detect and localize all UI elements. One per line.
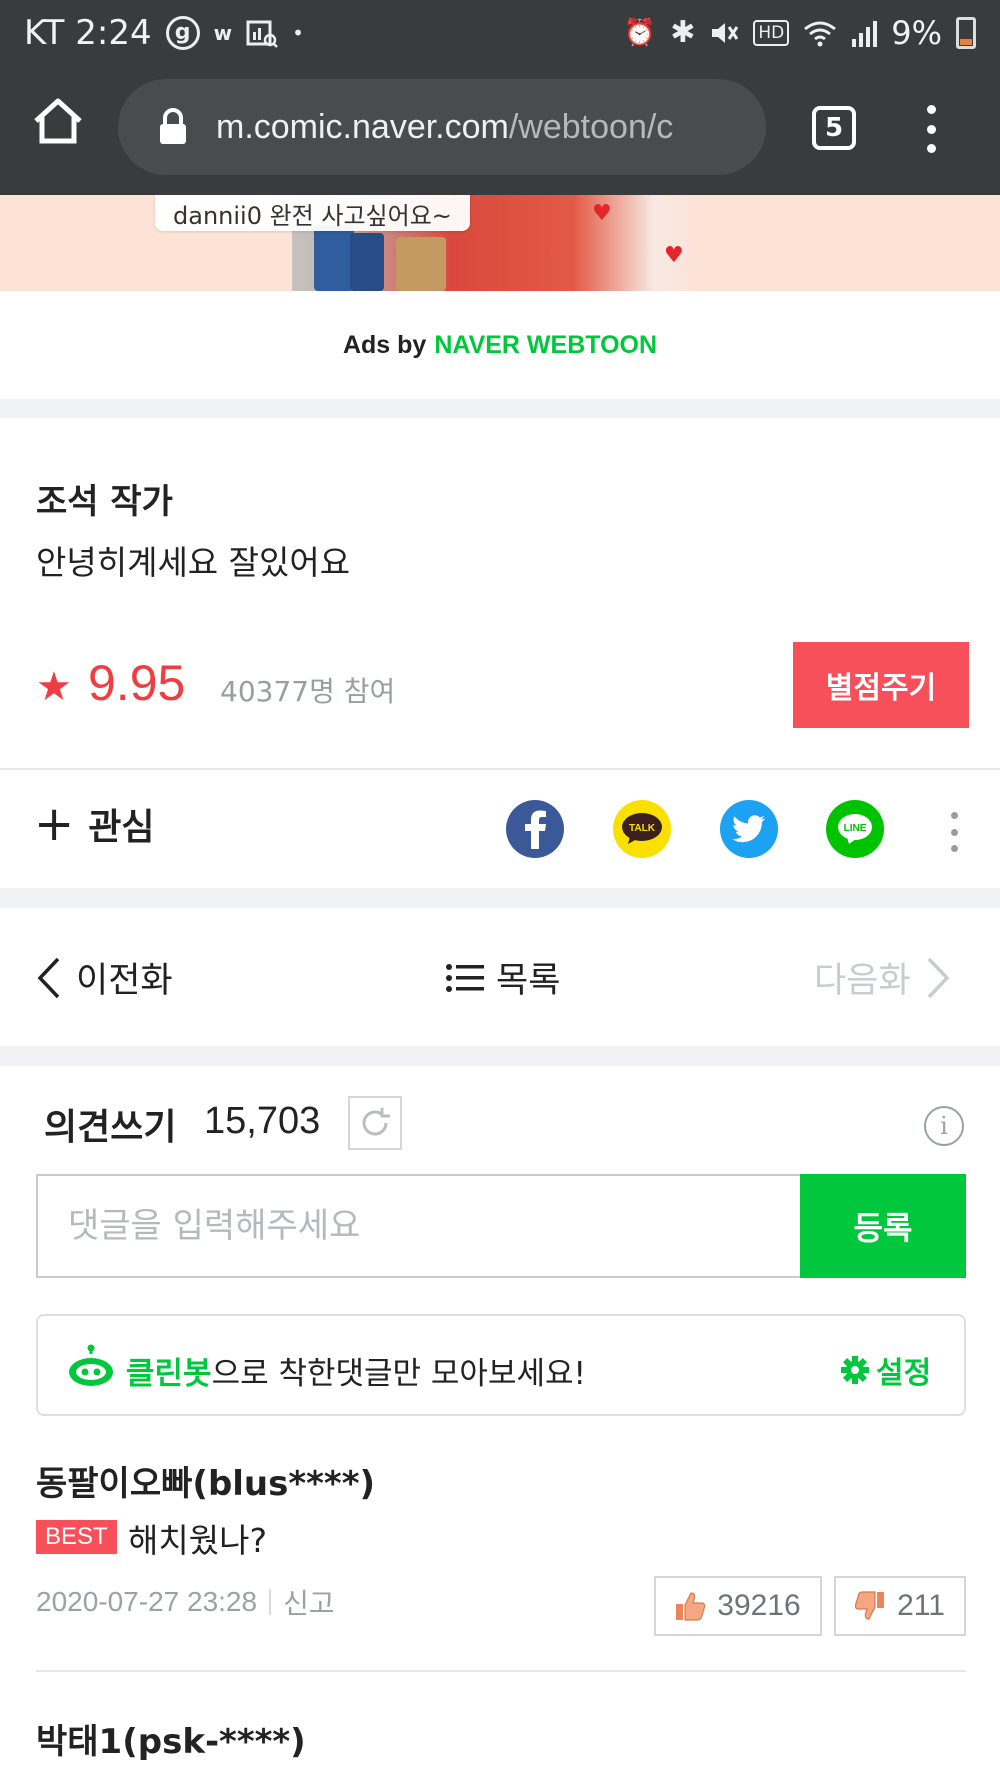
- wifi-icon: [803, 19, 837, 47]
- dot-icon: •: [292, 20, 304, 45]
- chevron-left-icon: [37, 957, 60, 998]
- comment-username[interactable]: 동팔이오빠(blus****): [36, 1456, 375, 1505]
- browser-toolbar: m.comic.naver.com/webtoon/c 5: [0, 65, 1000, 195]
- home-icon[interactable]: [30, 93, 86, 149]
- tab-switcher-button[interactable]: 5: [812, 106, 856, 150]
- section-divider: [0, 1046, 1000, 1066]
- url-text: m.comic.naver.com/webtoon/c: [216, 107, 674, 146]
- cleanbot-text: 클린봇으로 착한댓글만 모아보세요!: [126, 1356, 586, 1392]
- cleanbot-robot-icon: [66, 1344, 116, 1390]
- kakaotalk-share-icon[interactable]: TALK: [613, 800, 671, 858]
- ads-by-label: Ads by NAVER WEBTOON: [342, 330, 658, 359]
- gallery-search-icon: [246, 18, 278, 48]
- mute-icon: [709, 18, 739, 48]
- status-bar: KT 2:24 g w • ⏰ ✱ HD 9%: [0, 0, 1000, 65]
- heart-icon: ♥: [664, 243, 684, 268]
- svg-text:TALK: TALK: [629, 823, 656, 834]
- cleanbot-settings-button[interactable]: 설정: [840, 1348, 931, 1392]
- comment-input[interactable]: [38, 1176, 800, 1276]
- cleanbot-banner: 클린봇으로 착한댓글만 모아보세요! 설정: [36, 1314, 966, 1416]
- battery-percent: 9%: [891, 13, 942, 52]
- heart-icon: ♥: [592, 201, 612, 226]
- comment-date: 2020-07-27 23:28: [36, 1586, 258, 1617]
- signal-icon: [851, 19, 878, 47]
- add-interest-button[interactable]: + 관심: [34, 798, 154, 850]
- author-name: 조석 작가: [36, 482, 173, 522]
- section-divider: [0, 399, 1000, 418]
- share-more-icon[interactable]: [951, 812, 959, 852]
- hd-icon: HD: [753, 19, 790, 46]
- comments-count: 15,703: [204, 1100, 321, 1142]
- alarm-icon: ⏰: [623, 17, 657, 48]
- ad-banner[interactable]: ♥ ♥ dannii0 완전 사고싶어요~: [0, 195, 1000, 291]
- comment-divider: [36, 1670, 966, 1672]
- episode-list-button[interactable]: 목록: [446, 952, 560, 1003]
- info-icon[interactable]: i: [924, 1106, 964, 1146]
- rating-score: 9.95: [88, 655, 186, 711]
- refresh-icon[interactable]: [348, 1096, 402, 1150]
- thumbs-up-icon: [676, 1592, 706, 1621]
- twitter-share-icon[interactable]: [720, 800, 778, 858]
- comment-username[interactable]: 박태1(psk-****): [36, 1714, 306, 1763]
- g-circle-icon: g: [165, 15, 200, 50]
- best-badge: BEST: [36, 1520, 117, 1554]
- line-share-icon[interactable]: LINE: [826, 800, 884, 858]
- w-icon: w: [213, 20, 233, 45]
- ads-brand: NAVER WEBTOON: [434, 330, 658, 359]
- divider: [0, 768, 1000, 770]
- carrier-time: KT 2:24: [24, 12, 152, 53]
- section-divider: [0, 888, 1000, 908]
- comment-meta: 2020-07-27 23:28 신고: [36, 1582, 335, 1622]
- comment-text: 해치웠나?: [128, 1521, 267, 1560]
- list-icon: [446, 963, 484, 992]
- chevron-right-icon: [927, 957, 950, 998]
- star-icon: ★: [36, 664, 72, 710]
- browser-menu-icon[interactable]: [918, 105, 944, 153]
- rating-participants: 40377명 참여: [220, 675, 396, 708]
- comments-title: 의견쓰기: [44, 1107, 177, 1148]
- gear-icon: [841, 1356, 869, 1384]
- lock-icon: [158, 108, 188, 146]
- rating-row: ★ 9.95 40377명 참여 별점주기: [36, 642, 969, 728]
- author-message: 안녕히계세요 잘있어요: [36, 543, 351, 582]
- report-link[interactable]: 신고: [283, 1582, 335, 1622]
- prev-episode-button[interactable]: 이전화: [36, 952, 173, 1003]
- dislike-button[interactable]: 211: [834, 1576, 966, 1636]
- plus-icon: +: [34, 796, 75, 852]
- ad-caption: dannii0 완전 사고싶어요~: [155, 195, 470, 231]
- thumbs-down-icon: [855, 1591, 885, 1620]
- svg-text:LINE: LINE: [844, 823, 867, 834]
- battery-icon: [956, 16, 976, 49]
- next-episode-button[interactable]: 다음화: [814, 952, 951, 1003]
- rate-button[interactable]: 별점주기: [793, 642, 969, 728]
- facebook-share-icon[interactable]: [506, 800, 564, 858]
- comment-submit-button[interactable]: 등록: [800, 1174, 966, 1278]
- address-bar[interactable]: m.comic.naver.com/webtoon/c: [118, 79, 766, 175]
- bluetooth-icon: ✱: [670, 15, 696, 50]
- like-button[interactable]: 39216: [654, 1576, 822, 1636]
